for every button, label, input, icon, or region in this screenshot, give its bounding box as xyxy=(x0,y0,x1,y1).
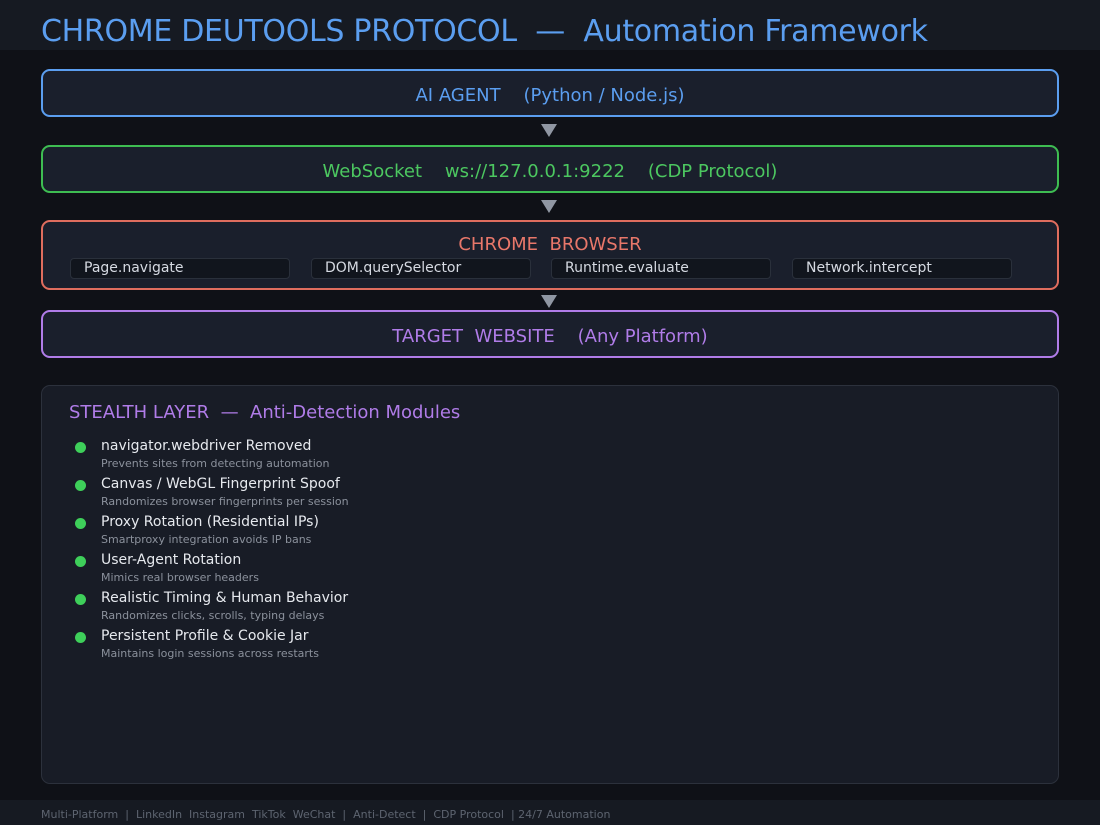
bullet-dot-icon xyxy=(75,518,86,529)
bullet-dot-icon xyxy=(75,556,86,567)
item-description: Randomizes browser fingerprints per sess… xyxy=(101,495,349,508)
item-name: User-Agent Rotation xyxy=(101,552,242,568)
arrow-down-icon xyxy=(541,295,557,308)
api-chip-runtime-evaluate: Runtime.evaluate xyxy=(551,258,771,279)
item-description: Smartproxy integration avoids IP bans xyxy=(101,533,312,546)
footer-text: Multi-Platform | LinkedIn Instagram TikT… xyxy=(41,808,611,821)
item-name: Persistent Profile & Cookie Jar xyxy=(101,628,309,644)
item-name: Realistic Timing & Human Behavior xyxy=(101,590,349,606)
chrome-browser-label: CHROME BROWSER xyxy=(458,234,642,255)
api-chip-page-navigate: Page.navigate xyxy=(70,258,290,279)
bullet-dot-icon xyxy=(75,442,86,453)
arrow-down-icon xyxy=(541,124,557,137)
item-name: Proxy Rotation (Residential IPs) xyxy=(101,514,319,530)
api-chip-network-intercept: Network.intercept xyxy=(792,258,1012,279)
item-description: Prevents sites from detecting automation xyxy=(101,457,330,470)
websocket-label: WebSocket ws://127.0.0.1:9222 (CDP Proto… xyxy=(322,161,778,182)
page-title: CHROME DEUTOOLS PROTOCOL — Automation Fr… xyxy=(41,14,928,49)
item-description: Maintains login sessions across restarts xyxy=(101,647,319,660)
stealth-layer-panel: STEALTH LAYER — Anti-Detection Modules n… xyxy=(41,385,1059,784)
bullet-dot-icon xyxy=(75,480,86,491)
item-description: Mimics real browser headers xyxy=(101,571,259,584)
arrow-down-icon xyxy=(541,200,557,213)
ai-agent-label: AI AGENT (Python / Node.js) xyxy=(415,85,685,106)
target-website-label: TARGET WEBSITE (Any Platform) xyxy=(392,326,708,347)
item-description: Randomizes clicks, scrolls, typing delay… xyxy=(101,609,325,622)
bullet-dot-icon xyxy=(75,594,86,605)
footer-bar: Multi-Platform | LinkedIn Instagram TikT… xyxy=(0,800,1100,825)
item-name: Canvas / WebGL Fingerprint Spoof xyxy=(101,476,340,492)
bullet-dot-icon xyxy=(75,632,86,643)
api-chip-dom-queryselector: DOM.querySelector xyxy=(311,258,531,279)
websocket-layer: WebSocket ws://127.0.0.1:9222 (CDP Proto… xyxy=(41,145,1059,193)
chrome-browser-layer: CHROME BROWSER Page.navigate DOM.querySe… xyxy=(41,220,1059,290)
target-website-layer: TARGET WEBSITE (Any Platform) xyxy=(41,310,1059,358)
item-name: navigator.webdriver Removed xyxy=(101,438,312,454)
stealth-layer-title: STEALTH LAYER — Anti-Detection Modules xyxy=(69,402,461,423)
ai-agent-layer: AI AGENT (Python / Node.js) xyxy=(41,69,1059,117)
